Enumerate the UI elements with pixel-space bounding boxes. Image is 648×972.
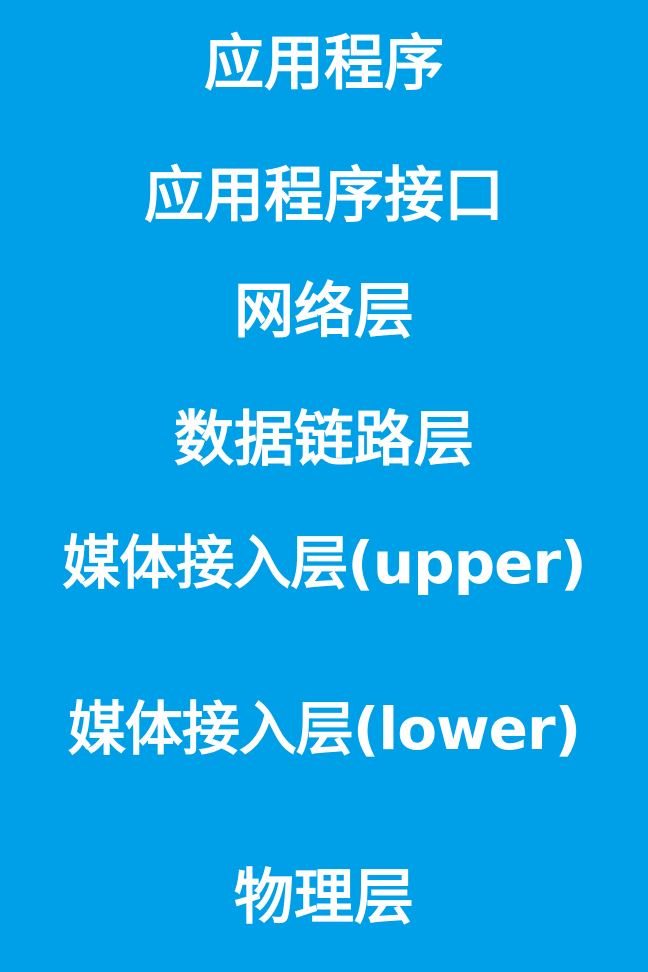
protocol-layer-stack: 应用程序 应用程序接口 网络层 数据链路层 媒体接入层(upper) 媒体接入层…	[0, 0, 648, 972]
layer-network: 网络层	[234, 277, 414, 347]
layer-mac-upper: 媒体接入层(upper)	[62, 529, 586, 597]
layer-application-interface: 应用程序接口	[144, 161, 504, 231]
layer-application: 应用程序	[204, 29, 444, 99]
layer-data-link: 数据链路层	[174, 405, 474, 475]
layer-physical: 物理层	[234, 863, 414, 933]
layer-mac-lower: 媒体接入层(lower)	[67, 695, 581, 763]
